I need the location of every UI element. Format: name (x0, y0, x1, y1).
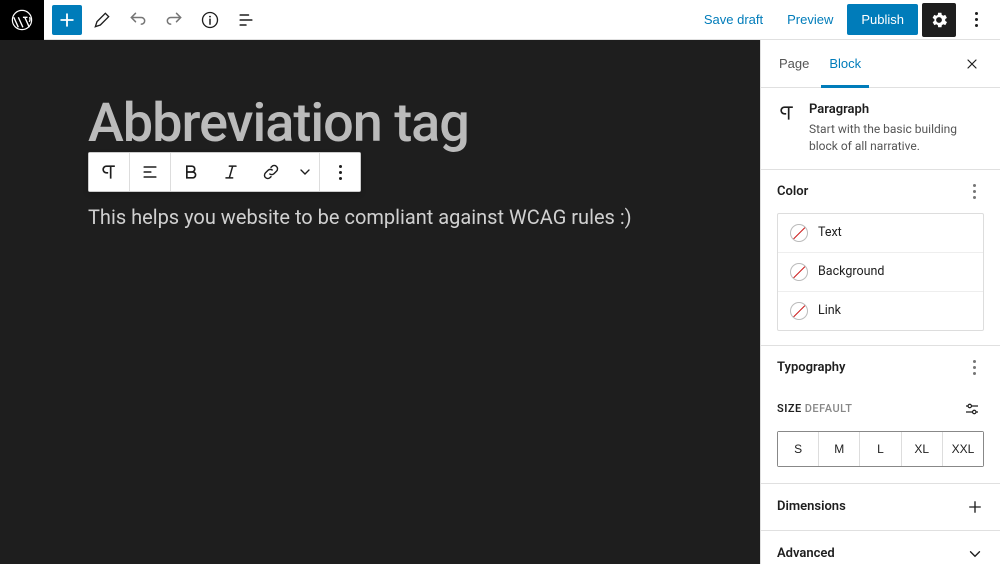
edit-mode-button[interactable] (86, 4, 118, 36)
settings-sidebar: Page Block Paragraph Start with the basi… (760, 40, 1000, 564)
save-draft-button[interactable]: Save draft (694, 6, 773, 33)
link-button[interactable] (251, 153, 291, 191)
preview-button[interactable]: Preview (777, 6, 843, 33)
panel-title: Dimensions (777, 499, 846, 514)
size-label: SIZEDEFAULT (777, 402, 852, 415)
size-m[interactable]: M (819, 432, 860, 466)
editor-canvas[interactable]: Abbreviation tag This helps you website … (44, 40, 760, 564)
panel-typography: Typography SIZEDEFAULT S M L XL XXL (761, 346, 1000, 484)
panel-typography-header[interactable]: Typography (761, 346, 1000, 389)
info-button[interactable] (194, 4, 226, 36)
more-formatting-button[interactable] (291, 153, 319, 191)
color-text-row[interactable]: Text (778, 214, 983, 253)
wordpress-logo[interactable] (0, 0, 44, 40)
editor-topbar: Save draft Preview Publish (44, 0, 1000, 40)
bold-button[interactable] (171, 153, 211, 191)
panel-advanced-header[interactable]: Advanced (761, 531, 1000, 564)
settings-button[interactable] (922, 3, 956, 37)
kebab-icon (964, 360, 984, 375)
custom-size-button[interactable] (960, 397, 984, 421)
color-row-label: Background (818, 264, 884, 279)
post-title[interactable]: Abbreviation tag (88, 96, 760, 153)
panel-dimensions: Dimensions (761, 484, 1000, 531)
plus-icon (966, 498, 984, 516)
paragraph-block[interactable]: This helps you website to be compliant a… (88, 205, 760, 229)
tab-page[interactable]: Page (777, 40, 811, 87)
swatch-none-icon (790, 263, 808, 281)
panel-title: Typography (777, 360, 846, 375)
panel-color: Color Text Background Link (761, 170, 1000, 346)
admin-left-rail (0, 40, 44, 564)
kebab-icon (330, 165, 350, 180)
color-link-row[interactable]: Link (778, 292, 983, 330)
size-xxl[interactable]: XXL (943, 432, 983, 466)
block-toolbar (88, 152, 361, 192)
paragraph-icon (777, 102, 797, 155)
kebab-icon (964, 184, 984, 199)
panel-advanced: Advanced (761, 531, 1000, 564)
swatch-none-icon (790, 302, 808, 320)
kebab-icon (966, 12, 986, 27)
chevron-down-icon (966, 545, 984, 563)
block-name-label: Paragraph (809, 102, 984, 117)
panel-title: Advanced (777, 546, 835, 561)
swatch-none-icon (790, 224, 808, 242)
block-type-button[interactable] (89, 153, 129, 191)
size-s[interactable]: S (778, 432, 819, 466)
redo-button[interactable] (158, 4, 190, 36)
block-description: Start with the basic building block of a… (809, 121, 984, 155)
align-button[interactable] (130, 153, 170, 191)
italic-button[interactable] (211, 153, 251, 191)
publish-button[interactable]: Publish (847, 4, 918, 35)
font-size-segmented: S M L XL XXL (777, 431, 984, 467)
close-sidebar-button[interactable] (964, 50, 992, 78)
block-more-button[interactable] (320, 153, 360, 191)
add-block-button[interactable] (52, 5, 82, 35)
tab-block[interactable]: Block (827, 40, 863, 87)
outline-button[interactable] (230, 4, 262, 36)
color-row-label: Link (818, 303, 841, 318)
size-l[interactable]: L (860, 432, 901, 466)
color-background-row[interactable]: Background (778, 253, 983, 292)
undo-button[interactable] (122, 4, 154, 36)
panel-title: Color (777, 184, 808, 199)
size-xl[interactable]: XL (902, 432, 943, 466)
panel-color-header[interactable]: Color (761, 170, 1000, 213)
panel-dimensions-header[interactable]: Dimensions (761, 484, 1000, 530)
color-row-label: Text (818, 225, 842, 240)
more-options-button[interactable] (960, 4, 992, 36)
